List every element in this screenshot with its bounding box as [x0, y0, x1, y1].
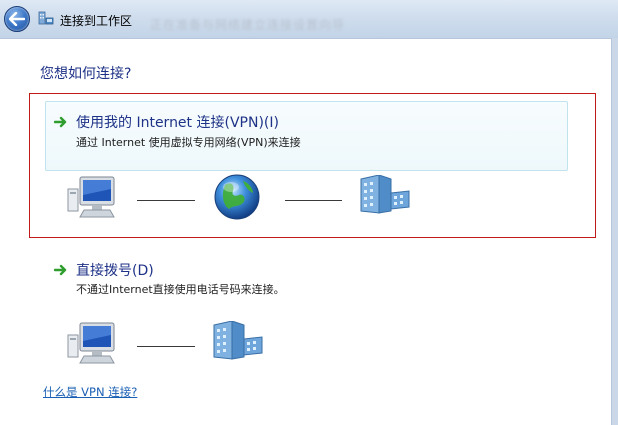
green-arrow-icon: [54, 116, 67, 128]
option-vpn-title[interactable]: 使用我的 Internet 连接(VPN)(I): [76, 112, 279, 132]
window-title: 连接到工作区: [60, 14, 133, 28]
option-dialup-title[interactable]: 直接拨号(D): [76, 260, 154, 280]
globe-icon: [214, 174, 260, 220]
computer-icon: [67, 322, 115, 364]
page-question: 您想如何连接?: [40, 66, 132, 82]
blurred-caption: 正在准备与网络建立连接设置向导: [150, 18, 346, 32]
option-dialup-description: 不通过Internet直接使用电话号码来连接。: [76, 283, 285, 296]
title-bar: 连接到工作区 正在准备与网络建立连接设置向导: [0, 0, 618, 38]
back-button[interactable]: [4, 6, 30, 32]
window-edge: [612, 38, 618, 425]
connection-line: [137, 346, 195, 347]
wizard-content: 您想如何连接? 使用我的 Internet 连接(VPN)(I) 通过 Inte…: [0, 38, 612, 425]
green-arrow-icon: [54, 264, 67, 276]
workplace-network-icon: [38, 11, 54, 25]
workplace-icon: [360, 175, 410, 214]
connection-line: [285, 200, 342, 201]
back-arrow-icon: [9, 12, 25, 26]
what-is-vpn-link[interactable]: 什么是 VPN 连接?: [43, 384, 137, 400]
computer-icon: [67, 176, 115, 218]
workplace-icon: [213, 321, 263, 360]
option-vpn-description: 通过 Internet 使用虚拟专用网络(VPN)来连接: [76, 136, 301, 149]
connection-line: [137, 200, 195, 201]
